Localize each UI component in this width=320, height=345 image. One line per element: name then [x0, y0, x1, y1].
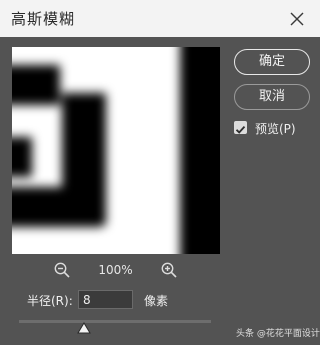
radius-slider-thumb[interactable] [77, 322, 92, 334]
checkmark-icon [235, 125, 246, 134]
radius-label: 半径(R): [27, 294, 73, 308]
cancel-button[interactable]: 取消 [234, 84, 310, 110]
zoom-in-icon[interactable] [160, 261, 178, 279]
dialog-titlebar: 高斯模糊 [0, 0, 320, 37]
radius-unit-label: 像素 [144, 294, 169, 308]
dialog-title: 高斯模糊 [11, 10, 76, 28]
close-icon[interactable] [286, 8, 308, 30]
preview-checkbox[interactable] [234, 121, 247, 134]
zoom-controls: 100% [48, 261, 188, 281]
watermark: 头条 @花花平面设计 [236, 329, 320, 339]
radius-input[interactable] [78, 290, 133, 309]
preview-image [12, 47, 220, 254]
zoom-out-icon[interactable] [53, 261, 71, 279]
blur-preview[interactable] [12, 47, 220, 254]
zoom-level: 100% [98, 263, 133, 277]
preview-checkbox-label: 预览(P) [255, 122, 296, 136]
ok-button[interactable]: 确定 [234, 49, 310, 75]
radius-slider-track[interactable] [19, 320, 211, 323]
